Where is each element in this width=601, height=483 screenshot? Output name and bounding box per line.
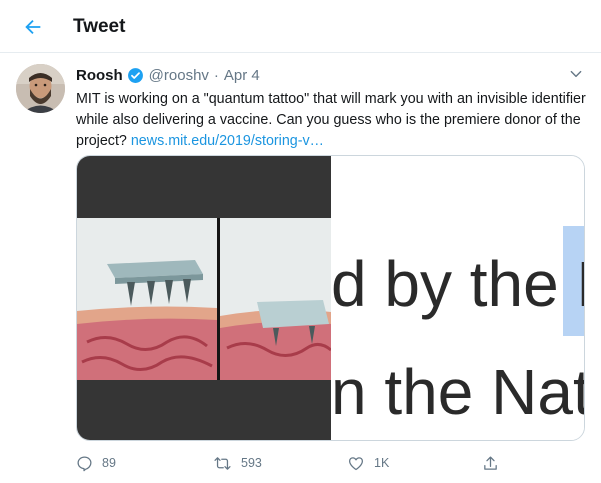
page-title: Tweet — [73, 16, 126, 37]
share-button[interactable] — [482, 452, 499, 474]
retweet-icon — [214, 456, 231, 470]
tweet-link[interactable]: news.mit.edu/2019/storing-v… — [131, 133, 324, 149]
like-count: 1K — [374, 456, 390, 470]
reply-count: 89 — [102, 456, 116, 470]
author-handle[interactable]: @rooshv — [149, 67, 209, 84]
reply-button[interactable]: 89 — [76, 452, 116, 474]
author-name[interactable]: Roosh — [76, 67, 123, 84]
retweet-button[interactable]: 593 — [213, 452, 262, 474]
chevron-down-icon — [570, 70, 582, 78]
share-icon — [484, 455, 497, 470]
media-image: d by the E n the Nat — [77, 156, 585, 440]
reply-icon — [77, 455, 92, 471]
tweet-media[interactable]: d by the E n the Nat — [76, 155, 585, 441]
heart-icon — [348, 456, 364, 470]
media-text-line-2: n the Nat — [331, 356, 585, 428]
verified-badge-icon — [127, 67, 143, 83]
back-button[interactable] — [18, 12, 48, 42]
arrow-left-icon — [25, 19, 41, 35]
tweet-author-row: Roosh @rooshv · Apr 4 — [76, 65, 260, 85]
tweet-date[interactable]: Apr 4 — [224, 67, 260, 84]
retweet-count: 593 — [241, 456, 262, 470]
avatar-image — [16, 64, 65, 113]
tweet-body: MIT is working on a "quantum tattoo" tha… — [76, 89, 588, 152]
tweet-actions: 89 593 1K — [76, 452, 588, 474]
separator-dot: · — [213, 66, 219, 84]
media-text-line-1: d by the E — [331, 248, 585, 320]
like-button[interactable]: 1K — [347, 452, 389, 474]
more-options-button[interactable] — [565, 63, 587, 85]
tweet-header: Tweet — [0, 0, 601, 53]
avatar[interactable] — [16, 64, 65, 113]
